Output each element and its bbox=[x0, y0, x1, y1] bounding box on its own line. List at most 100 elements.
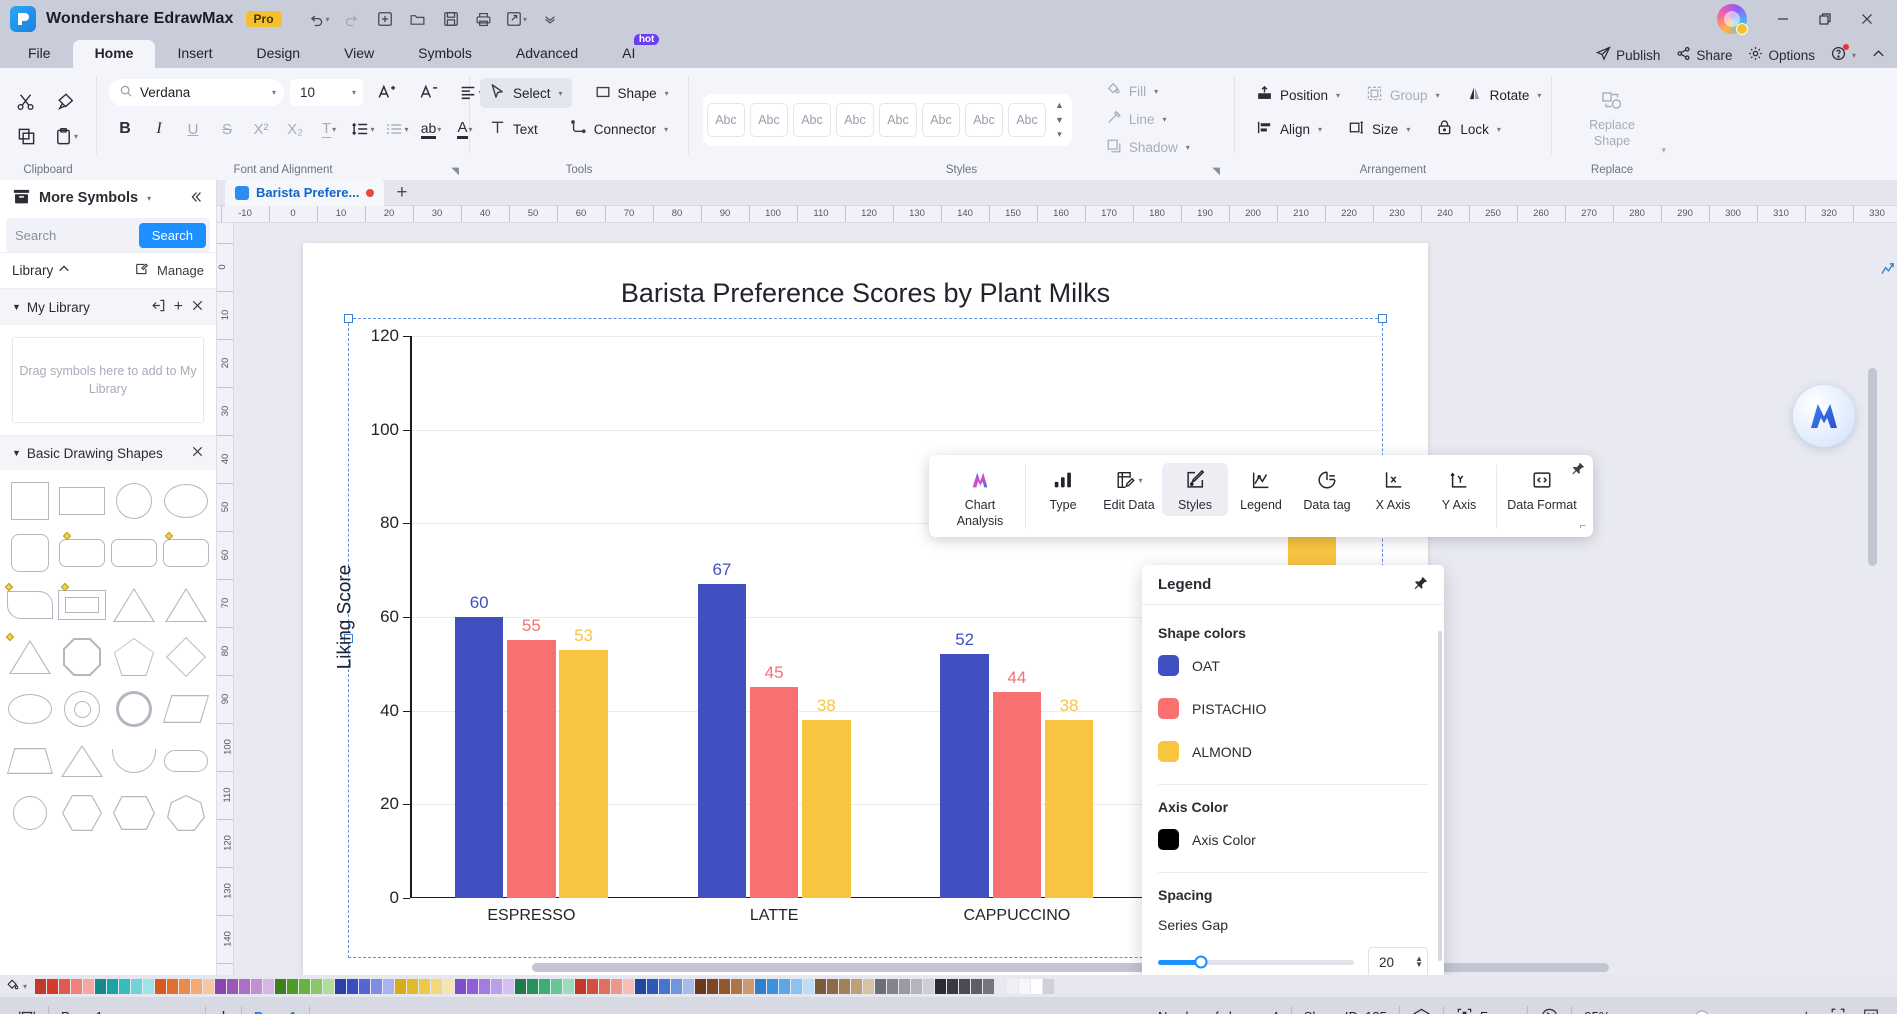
fit-page-icon[interactable] bbox=[1830, 1007, 1846, 1014]
color-swatch-almond[interactable] bbox=[1158, 741, 1179, 762]
palette-swatch[interactable] bbox=[47, 978, 59, 994]
position-button[interactable]: Position ▾ bbox=[1247, 80, 1349, 110]
chevron-up-icon[interactable] bbox=[58, 263, 70, 278]
shape-square[interactable] bbox=[4, 476, 56, 526]
minimize-button[interactable] bbox=[1763, 2, 1803, 36]
palette-swatch[interactable] bbox=[203, 978, 215, 994]
palette-swatch[interactable] bbox=[479, 978, 491, 994]
style-sample[interactable]: Abc bbox=[1008, 103, 1046, 137]
shape-double-rect[interactable] bbox=[56, 580, 108, 630]
palette-swatch[interactable] bbox=[851, 978, 863, 994]
palette-swatch[interactable] bbox=[815, 978, 827, 994]
avatar[interactable] bbox=[1717, 4, 1748, 35]
palette-swatch[interactable] bbox=[83, 978, 95, 994]
page-tab[interactable]: Page-1 bbox=[242, 1005, 310, 1014]
palette-swatch[interactable] bbox=[791, 978, 803, 994]
palette-swatch[interactable] bbox=[419, 978, 431, 994]
palette-swatch[interactable] bbox=[959, 978, 971, 994]
menu-item-file[interactable]: File bbox=[6, 40, 73, 68]
color-swatch-oat[interactable] bbox=[1158, 655, 1179, 676]
shape-right-triangle[interactable] bbox=[160, 580, 212, 630]
style-sample[interactable]: Abc bbox=[836, 103, 874, 137]
italic-icon[interactable]: I bbox=[143, 113, 175, 145]
vertical-ruler[interactable]: 0102030405060708090100110120130140150 bbox=[217, 223, 234, 975]
save-icon[interactable] bbox=[436, 6, 466, 32]
palette-swatch[interactable] bbox=[731, 978, 743, 994]
palette-swatch[interactable] bbox=[719, 978, 731, 994]
palette-swatch[interactable] bbox=[467, 978, 479, 994]
series-gap-input[interactable]: 20 ▲ ▼ bbox=[1368, 947, 1428, 975]
selection-handle-tr[interactable] bbox=[1378, 314, 1387, 323]
palette-swatch[interactable] bbox=[299, 978, 311, 994]
chart-toolbar-chart-analysis[interactable]: Chart Analysis bbox=[939, 463, 1021, 531]
shape-pentagon[interactable] bbox=[108, 632, 160, 682]
styles-dialog-launcher[interactable]: ◥ bbox=[1212, 166, 1220, 177]
palette-swatch[interactable] bbox=[59, 978, 71, 994]
chart-bar[interactable]: 55 bbox=[507, 616, 556, 898]
zoom-control[interactable]: 95%▾ − + bbox=[1572, 1006, 1891, 1014]
palette-swatch[interactable] bbox=[191, 978, 203, 994]
palette-swatch[interactable] bbox=[359, 978, 371, 994]
shape-pill[interactable] bbox=[160, 736, 212, 786]
palette-swatch[interactable] bbox=[611, 978, 623, 994]
zoom-in-button[interactable]: + bbox=[1802, 1008, 1811, 1014]
palette-swatch[interactable] bbox=[311, 978, 323, 994]
palette-swatch[interactable] bbox=[119, 978, 131, 994]
palette-swatch[interactable] bbox=[287, 978, 299, 994]
palette-swatch[interactable] bbox=[131, 978, 143, 994]
palette-swatch[interactable] bbox=[239, 978, 251, 994]
style-sample[interactable]: Abc bbox=[707, 103, 745, 137]
palette-swatch[interactable] bbox=[647, 978, 659, 994]
fit-width-icon[interactable] bbox=[1863, 1007, 1879, 1014]
palette-swatch[interactable] bbox=[983, 978, 995, 994]
shape-rounded-rect[interactable] bbox=[56, 528, 108, 578]
shape-hexagon[interactable] bbox=[56, 788, 108, 838]
palette-swatch[interactable] bbox=[695, 978, 707, 994]
bullet-list-icon[interactable]: ▾ bbox=[381, 113, 413, 145]
close-library-icon[interactable] bbox=[191, 299, 204, 315]
style-sample[interactable]: Abc bbox=[965, 103, 1003, 137]
palette-swatch[interactable] bbox=[587, 978, 599, 994]
lock-button[interactable]: Lock ▾ bbox=[1427, 114, 1510, 144]
selection-handle-tl[interactable] bbox=[344, 314, 353, 323]
shape-triangle-2[interactable] bbox=[4, 632, 56, 682]
collapse-ribbon-button[interactable] bbox=[1872, 47, 1885, 63]
palette-swatch[interactable] bbox=[671, 978, 683, 994]
paste-icon[interactable]: ▾ bbox=[48, 120, 84, 152]
shape-diamond[interactable] bbox=[160, 632, 212, 682]
format-painter-icon[interactable] bbox=[48, 86, 84, 118]
cut-icon[interactable] bbox=[8, 86, 44, 118]
palette-swatch[interactable] bbox=[1019, 978, 1031, 994]
shape-circle-3[interactable] bbox=[4, 788, 56, 838]
color-swatch-pistachio[interactable] bbox=[1158, 698, 1179, 719]
palette-swatch[interactable] bbox=[503, 978, 515, 994]
palette-swatch[interactable] bbox=[623, 978, 635, 994]
shape-ellipse[interactable] bbox=[160, 476, 212, 526]
subscript-icon[interactable]: X₂ bbox=[279, 113, 311, 145]
shape-corner-round[interactable] bbox=[4, 580, 56, 630]
palette-swatch[interactable] bbox=[407, 978, 419, 994]
text-tool-button[interactable]: Text bbox=[480, 114, 547, 144]
horizontal-ruler[interactable]: -10 0 10 20 30 40 50 60 70 80 90 100 110 120 130 140 150… bbox=[217, 206, 1897, 223]
chart-bar[interactable]: 38 bbox=[802, 696, 851, 898]
palette-swatch[interactable] bbox=[383, 978, 395, 994]
palette-swatch[interactable] bbox=[227, 978, 239, 994]
palette-swatch[interactable] bbox=[911, 978, 923, 994]
palette-swatch[interactable] bbox=[167, 978, 179, 994]
palette-swatch[interactable] bbox=[683, 978, 695, 994]
size-button[interactable]: Size ▾ bbox=[1339, 114, 1419, 144]
color-swatch-strip[interactable] bbox=[35, 978, 1891, 994]
font-size-input[interactable]: 10 ▾ bbox=[290, 78, 363, 106]
palette-swatch[interactable] bbox=[863, 978, 875, 994]
print-icon[interactable] bbox=[469, 6, 499, 32]
close-button[interactable] bbox=[1847, 2, 1887, 36]
shape-rounded-rect-2[interactable] bbox=[108, 528, 160, 578]
menu-item-insert[interactable]: Insert bbox=[155, 40, 234, 68]
palette-swatch[interactable] bbox=[431, 978, 443, 994]
chart-bar[interactable]: 38 bbox=[1044, 696, 1094, 898]
superscript-icon[interactable]: X² bbox=[245, 113, 277, 145]
options-button[interactable]: Options bbox=[1748, 46, 1815, 64]
shape-thick-circle[interactable] bbox=[108, 684, 160, 734]
palette-swatch[interactable] bbox=[527, 978, 539, 994]
canvas-vertical-scrollbar[interactable] bbox=[1868, 240, 1877, 949]
